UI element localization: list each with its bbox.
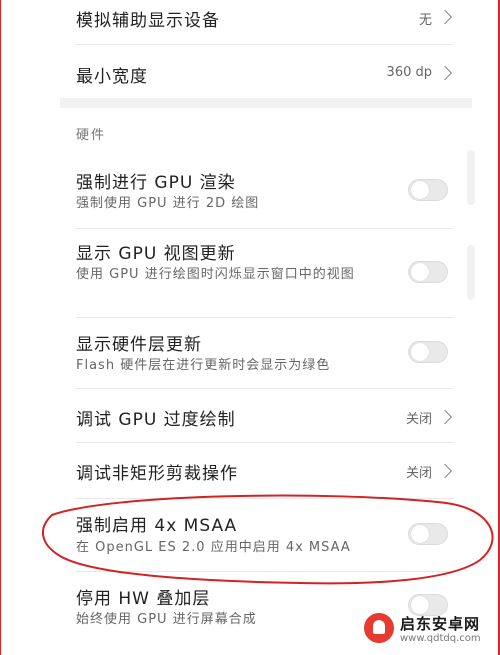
toggle-switch[interactable] bbox=[408, 179, 448, 201]
row-subtitle: 强制使用 GPU 进行 2D 绘图 bbox=[76, 196, 260, 211]
row-subtitle: 始终使用 GPU 进行屏幕合成 bbox=[76, 612, 257, 627]
row-force-4x-msaa[interactable]: 强制启用 4x MSAA 在 OpenGL ES 2.0 应用中启用 4x MS… bbox=[60, 499, 454, 571]
row-title: 调试非矩形剪裁操作 bbox=[76, 464, 238, 484]
row-value: 关闭 bbox=[405, 412, 432, 427]
row-title: 显示硬件层更新 bbox=[76, 335, 202, 355]
toggle-switch[interactable] bbox=[408, 523, 448, 545]
toggle-switch[interactable] bbox=[408, 341, 448, 363]
row-show-gpu-view-updates[interactable]: 显示 GPU 视图更新 使用 GPU 进行绘图时闪烁显示窗口中的视图 bbox=[60, 229, 454, 317]
scroll-indicator bbox=[467, 150, 475, 205]
scroll-indicator bbox=[467, 245, 475, 300]
row-title: 停用 HW 叠加层 bbox=[76, 589, 211, 609]
row-subtitle: 使用 GPU 进行绘图时闪烁显示窗口中的视图 bbox=[76, 267, 355, 282]
row-subtitle: 在 OpenGL ES 2.0 应用中启用 4x MSAA bbox=[76, 540, 351, 555]
row-subtitle: Flash 硬件层在进行更新时会显示为绿色 bbox=[76, 358, 331, 373]
row-title: 模拟辅助显示设备 bbox=[76, 11, 220, 31]
chevron-right-icon bbox=[437, 409, 453, 425]
row-show-hardware-layer-updates[interactable]: 显示硬件层更新 Flash 硬件层在进行更新时会显示为绿色 bbox=[60, 318, 454, 388]
chevron-right-icon bbox=[437, 463, 453, 479]
section-label-hardware: 硬件 bbox=[76, 128, 107, 143]
row-title: 强制启用 4x MSAA bbox=[76, 516, 238, 536]
chevron-right-icon bbox=[437, 9, 453, 25]
row-title: 最小宽度 bbox=[76, 67, 148, 87]
row-smallest-width[interactable]: 最小宽度 360 dp bbox=[60, 45, 454, 97]
watermark-name: 启东安卓网 bbox=[400, 615, 481, 633]
row-title: 显示 GPU 视图更新 bbox=[76, 244, 236, 264]
android-logo-icon bbox=[364, 613, 394, 643]
watermark: 启东安卓网 www.qdtdq.com bbox=[364, 607, 494, 651]
row-title: 强制进行 GPU 渲染 bbox=[76, 173, 236, 193]
chevron-right-icon bbox=[437, 65, 453, 81]
red-frame-left bbox=[0, 0, 1, 655]
row-simulate-secondary-display[interactable]: 模拟辅助显示设备 无 bbox=[60, 0, 454, 44]
row-title: 调试 GPU 过度绘制 bbox=[76, 410, 236, 430]
row-value: 关闭 bbox=[405, 466, 432, 481]
row-value: 无 bbox=[418, 13, 432, 28]
watermark-url: www.qdtdq.com bbox=[400, 633, 481, 644]
row-force-gpu-rendering[interactable]: 强制进行 GPU 渲染 强制使用 GPU 进行 2D 绘图 bbox=[60, 158, 454, 228]
row-debug-non-rect-clip[interactable]: 调试非矩形剪裁操作 关闭 bbox=[60, 443, 454, 498]
row-debug-gpu-overdraw[interactable]: 调试 GPU 过度绘制 关闭 bbox=[60, 389, 454, 442]
toggle-switch[interactable] bbox=[408, 261, 448, 283]
section-gap bbox=[60, 98, 472, 108]
row-value: 360 dp bbox=[386, 65, 432, 80]
